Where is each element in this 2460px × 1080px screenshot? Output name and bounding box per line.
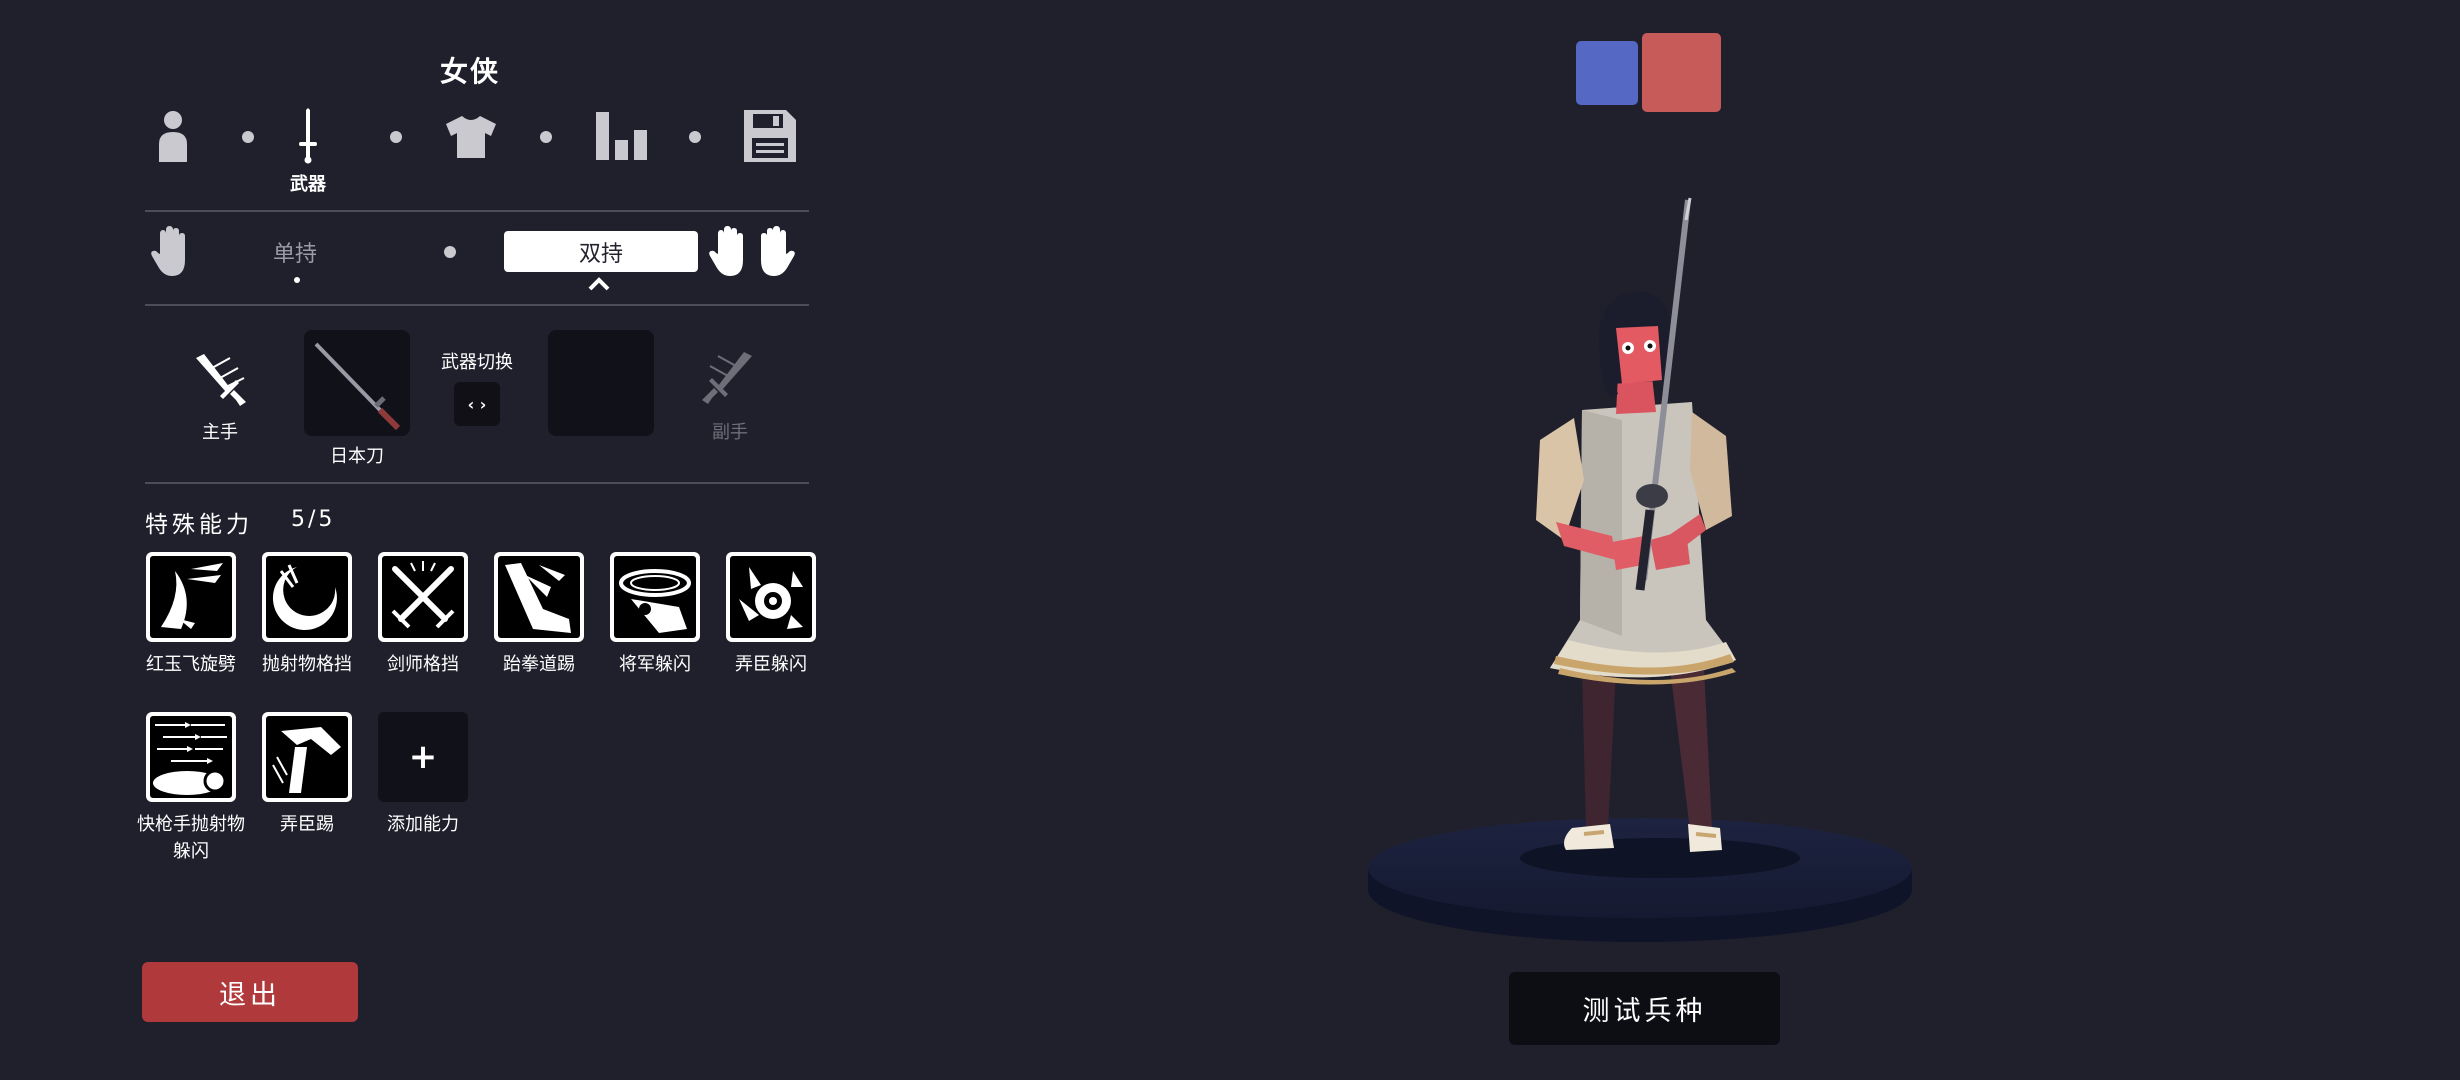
off-hand-weapon-slot[interactable] (548, 330, 654, 436)
team-red-button[interactable] (1642, 33, 1721, 112)
projectile-block-icon (272, 564, 337, 630)
add-ability-label: 添加能力 (387, 814, 459, 835)
grip-dual-label: 双持 (578, 241, 623, 267)
ability-item[interactable]: 弄臣踢 (249, 712, 365, 838)
kick-icon (505, 563, 571, 633)
ability-label: 剑师格挡 (387, 654, 459, 675)
step-separator (242, 131, 254, 143)
step-weapon-label: 武器 (290, 174, 326, 195)
jester-dodge-icon (739, 567, 803, 629)
crescent-slash-icon (161, 563, 223, 629)
katana-icon (314, 342, 401, 431)
step-stats[interactable] (596, 112, 648, 160)
weapon-switch-label: 武器切换 (441, 352, 513, 373)
exit-button-label: 退出 (219, 979, 281, 1011)
dual-hands-icon[interactable] (708, 226, 798, 278)
test-unit-button[interactable]: 测试兵种 (1509, 972, 1780, 1045)
ability-label: 红玉飞旋劈 (146, 654, 236, 675)
person-icon (159, 111, 187, 162)
unit-preview[interactable] (1360, 180, 1940, 960)
ability-item[interactable]: 剑师格挡 (365, 552, 481, 678)
divider (145, 304, 809, 306)
main-hand-label: 主手 (202, 422, 238, 443)
off-hand-label: 副手 (712, 422, 748, 443)
main-weapon-slot[interactable] (304, 330, 410, 436)
switch-arrows-icon: ‹ › (467, 394, 487, 414)
grip-separator (444, 246, 456, 258)
arrows-dodge-icon (153, 722, 227, 795)
step-separator (390, 131, 402, 143)
floppy-disk-icon (744, 110, 796, 162)
plus-icon: + (378, 712, 468, 802)
step-save[interactable] (744, 110, 796, 162)
ability-label: 弄臣躲闪 (735, 654, 807, 675)
divider (145, 482, 809, 484)
ability-item[interactable]: 将军躲闪 (597, 552, 713, 678)
ability-label: 将军躲闪 (619, 654, 691, 675)
sword-icon (299, 108, 317, 164)
add-ability-button[interactable]: + 添加能力 (365, 712, 481, 838)
crossed-swords-icon (391, 561, 455, 629)
step-separator (689, 131, 701, 143)
divider (145, 210, 809, 212)
grip-dual-option[interactable]: 双持 (504, 231, 698, 272)
unit-title: 女侠 (439, 55, 500, 88)
bar-chart-icon (596, 112, 647, 160)
ability-label: 抛射物格挡 (262, 654, 352, 675)
step-separator (540, 131, 552, 143)
grip-single-option[interactable]: 单持 (215, 236, 375, 268)
ability-item[interactable]: 抛射物格挡 (249, 552, 365, 678)
shirt-icon (446, 116, 496, 158)
ability-label: 快枪手抛射物躲闪 (137, 814, 245, 862)
ability-item[interactable]: 弄臣躲闪 (713, 552, 829, 678)
chevron-up-icon (588, 277, 610, 291)
team-blue-button[interactable] (1576, 41, 1638, 105)
ability-label: 跆拳道踢 (503, 654, 575, 675)
ability-item[interactable]: 红玉飞旋劈 (133, 552, 249, 678)
weapon-switch-button[interactable]: ‹ › (454, 382, 500, 426)
step-body[interactable] (155, 110, 191, 162)
abilities-count: 5/5 (291, 507, 336, 532)
main-hand-weapon-icon (196, 354, 246, 406)
jester-kick-icon (272, 727, 341, 793)
ability-label: 弄臣踢 (280, 814, 334, 835)
ability-item[interactable]: 跆拳道踢 (481, 552, 597, 678)
exit-button[interactable]: 退出 (142, 962, 358, 1022)
general-dodge-icon (619, 569, 691, 633)
test-unit-label: 测试兵种 (1582, 996, 1707, 1027)
main-weapon-name: 日本刀 (330, 446, 384, 467)
step-clothing[interactable] (444, 114, 498, 158)
abilities-title: 特殊能力 (145, 512, 253, 538)
single-hand-icon[interactable] (150, 226, 196, 278)
ability-item[interactable]: 快枪手抛射物躲闪 (133, 712, 249, 865)
grip-single-indicator (294, 277, 300, 283)
off-hand-weapon-icon (702, 352, 752, 404)
step-weapon[interactable]: 武器 (290, 108, 326, 196)
